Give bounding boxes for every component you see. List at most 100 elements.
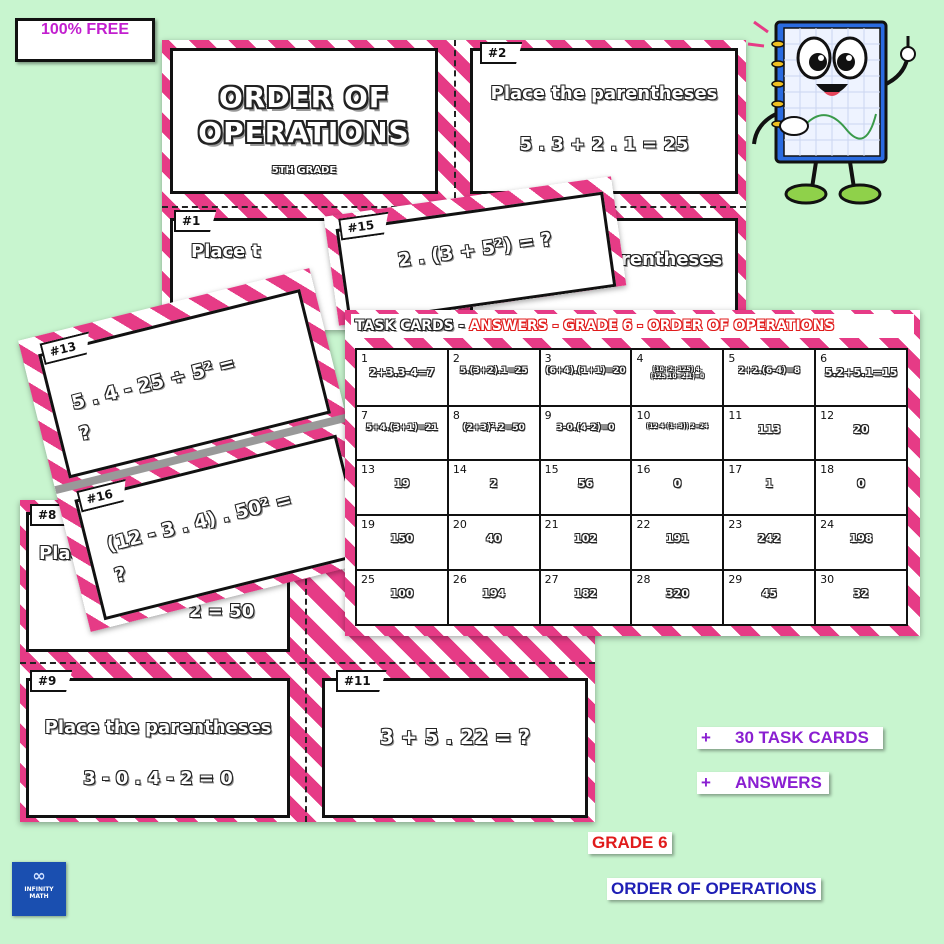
bullet-plus: + [701, 728, 711, 747]
answer-number: 30 [820, 573, 835, 587]
answer-number: 5 [728, 352, 736, 365]
answers-row: 25 100 26 194 27 182 28 320 29 45 30 32 [355, 569, 908, 626]
answer-number: 9 [544, 408, 552, 422]
answer-value: 40 [486, 532, 502, 546]
task-card-11: 3 + 5 . 22 = ? [322, 678, 588, 818]
answer-cell: 22 191 [630, 514, 725, 572]
card11-line1: 3 + 5 . 22 = ? [379, 725, 531, 749]
answer-value: 5.(3+2).1=25 [459, 366, 528, 376]
grade-label: GRADE 6 [588, 832, 672, 854]
answer-cell: 21 102 [538, 514, 633, 572]
card9-line2: 3 - 0 . 4 - 2 = 0 [83, 768, 233, 789]
task-card-2: Place the parentheses 5 . 3 + 2 . 1 = 25 [470, 48, 738, 194]
answer-number: 23 [728, 518, 743, 532]
answer-value: 45 [761, 587, 777, 601]
answer-value: 320 [665, 587, 689, 601]
topic-label: ORDER OF OPERATIONS [607, 878, 821, 900]
answer-value: (10+2+125).4.(125.10+2.1)=0 [650, 366, 705, 380]
answer-cell: 20 40 [446, 514, 541, 572]
answers-row: 13 19 14 2 15 56 16 0 17 1 18 0 [355, 459, 908, 517]
answer-number: 28 [636, 573, 651, 587]
answers-header-red: ANSWERS - GRADE 6 - ORDER OF OPERATIONS [469, 318, 835, 334]
answer-cell: 7 5+4.(3+1)=21 [355, 404, 449, 462]
card2-line2: 5 . 3 + 2 . 1 = 25 [519, 134, 689, 155]
answer-cell: 11 113 [722, 404, 817, 462]
answer-number: 20 [452, 518, 467, 532]
answer-cell: 15 56 [538, 459, 633, 517]
answer-number: 14 [452, 463, 467, 477]
answer-value: 32 [853, 587, 869, 601]
answers-row: 1 2+3.3-4=7 2 5.(3+2).1=25 3 (6+4).(1+1)=20 4(… [355, 348, 908, 407]
answer-cell: 13 19 [355, 459, 449, 517]
logo-line2: MATH [29, 893, 49, 900]
answer-number: 26 [452, 573, 467, 587]
answer-number: 4 [636, 352, 644, 365]
logo-line1: INFINITY [24, 886, 54, 893]
answers-table: 1 2+3.3-4=7 2 5.(3+2).1=25 3 (6+4).(1+1)=20 4(… [355, 348, 908, 626]
answer-number: 13 [361, 463, 375, 477]
answer-value: 2 [489, 477, 498, 491]
answer-value: 191 [665, 532, 689, 546]
answer-number: 29 [728, 573, 743, 587]
answer-value: 5.2+5.1=15 [824, 366, 898, 379]
card11-tag: #11 [336, 670, 387, 692]
infinity-icon: ∞ [32, 866, 46, 885]
answer-value: 2+3.3-4=7 [369, 366, 435, 379]
answer-cell: 28 320 [630, 569, 725, 626]
answers-grid: 1 2+3.3-4=7 2 5.(3+2).1=25 3 (6+4).(1+1)=20 4(… [355, 348, 908, 626]
answer-cell: 26 194 [446, 569, 541, 626]
answer-value: 102 [574, 532, 598, 546]
answers-header-black: TASK CARDS - [355, 318, 470, 334]
answer-number: 11 [728, 408, 743, 422]
answer-cell: 30 32 [814, 569, 908, 626]
answer-number: 2 [452, 352, 460, 365]
answer-number: 27 [544, 573, 559, 587]
answer-number: 21 [544, 518, 559, 532]
answer-value: (2+3)².2=50 [462, 422, 525, 433]
bullet-text: 30 TASK CARDS [735, 728, 869, 747]
answer-number: 24 [820, 518, 835, 532]
answer-value: (12-4-(1+3)).2=24 [646, 422, 709, 430]
answer-value: 19 [394, 477, 410, 491]
title-grade-small: 5TH GRADE [271, 165, 337, 176]
answer-value: 182 [574, 587, 598, 601]
answers-row: 19 150 20 40 21 102 22 191 23 242 24 198 [355, 514, 908, 572]
answer-cell: 18 0 [814, 459, 908, 517]
title-line1: ORDER OF [219, 81, 389, 114]
answer-number: 17 [728, 463, 743, 477]
title-card: ORDER OF OPERATIONS 5TH GRADE [170, 48, 438, 194]
free-badge: 100% FREE [15, 18, 155, 62]
card1-tag: #1 [174, 210, 217, 232]
answer-value: 56 [577, 477, 594, 491]
card9-tag: #9 [30, 670, 73, 692]
answer-number: 22 [636, 518, 651, 532]
answers-row: 7 5+4.(3+1)=21 8 (2+3)².2=50 9 3-0.(4-2)=0 10(… [355, 404, 908, 462]
answer-cell: 8 (2+3)².2=50 [446, 404, 541, 462]
answer-cell: 29 45 [722, 569, 817, 626]
answer-value: 1 [765, 477, 774, 491]
answer-cell: 17 1 [722, 459, 817, 517]
answer-number: 12 [820, 408, 835, 422]
answer-cell: 4 (10+2+125).4.(125.10+2.1)=0 [630, 348, 725, 407]
card4-text: rentheses [621, 249, 723, 270]
answer-number: 25 [361, 573, 375, 587]
answer-value: 242 [757, 532, 781, 546]
bullet-text: ANSWERS [735, 773, 822, 792]
answer-value: 0 [673, 477, 682, 491]
card9-line1: Place the parentheses [44, 717, 272, 738]
answer-cell: 25 100 [355, 569, 449, 626]
answer-number: 6 [820, 352, 828, 365]
answer-number: 16 [636, 463, 651, 477]
answer-cell: 6 5.2+5.1=15 [814, 348, 908, 407]
answer-number: 15 [544, 463, 559, 477]
cut-line-horizontal [20, 662, 595, 664]
answer-cell: 9 3-0.(4-2)=0 [538, 404, 633, 462]
answer-value: 20 [853, 422, 869, 436]
infinity-math-logo: ∞ INFINITY MATH [12, 862, 66, 916]
answer-value: 194 [482, 587, 506, 601]
answer-value: 113 [757, 422, 781, 436]
answer-cell: 24 198 [814, 514, 908, 572]
answer-cell: 23 242 [722, 514, 817, 572]
task-card-9: Place the parentheses 3 - 0 . 4 - 2 = 0 [26, 678, 290, 818]
answer-value: 2+2.(6-4)=8 [738, 366, 801, 376]
